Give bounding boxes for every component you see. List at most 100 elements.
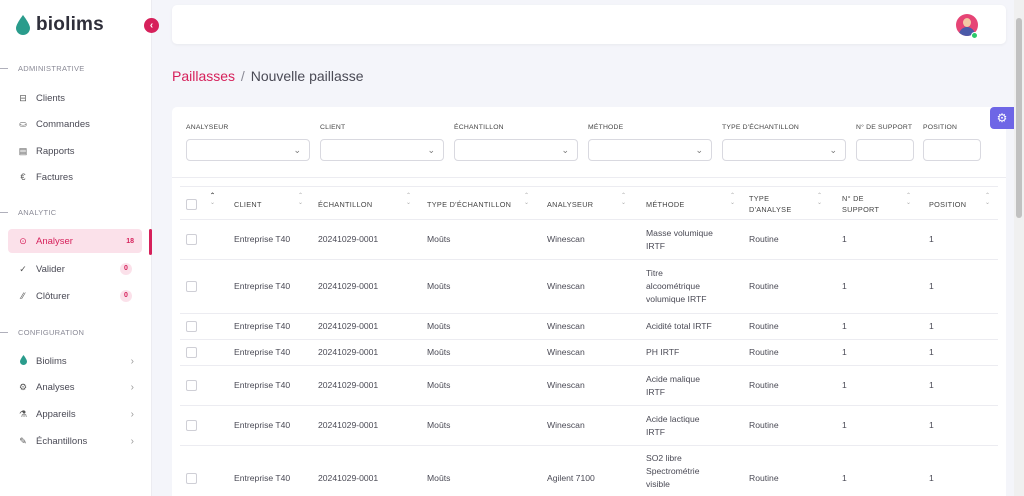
type-echantillon-select[interactable]: ⌄ bbox=[722, 139, 846, 161]
cell-position: 1 bbox=[929, 234, 934, 244]
row-checkbox[interactable] bbox=[186, 420, 197, 431]
sidebar-item-factures[interactable]: € Factures bbox=[8, 165, 142, 189]
column-header-position[interactable]: POSITION ⌃ ⌄ bbox=[929, 187, 990, 221]
sidebar-item-clients[interactable]: ⊟ Clients bbox=[8, 86, 142, 110]
cell-support: 1 bbox=[842, 347, 847, 357]
analyseur-select[interactable]: ⌄ bbox=[186, 139, 310, 161]
row-checkbox[interactable] bbox=[186, 473, 197, 484]
table-row[interactable]: Entreprise T40 20241029-0001 Moûts Wines… bbox=[180, 220, 998, 260]
settings-gear-icon[interactable]: ⚙ bbox=[990, 107, 1014, 129]
position-field[interactable] bbox=[924, 140, 980, 160]
chevron-down-icon: ⌄ bbox=[829, 145, 837, 155]
sidebar-item-analyses[interactable]: ⚙ Analyses › bbox=[8, 375, 142, 399]
client-select[interactable]: ⌄ bbox=[320, 139, 444, 161]
top-bar bbox=[172, 5, 1006, 44]
close-lines-icon: ⁄⁄ bbox=[21, 291, 25, 301]
sidebar-item-label: Biolims bbox=[36, 355, 67, 367]
table-row[interactable]: Entreprise T40 20241029-0001 Moûts Wines… bbox=[180, 406, 998, 446]
column-header-type-analyse[interactable]: TYPE D'ANALYSE ⌃ ⌄ bbox=[749, 187, 825, 221]
scrollbar-thumb[interactable] bbox=[1016, 18, 1022, 218]
collapse-sidebar-button[interactable]: ‹ bbox=[144, 18, 159, 33]
filter-position: POSITION bbox=[923, 124, 981, 161]
methode-select[interactable]: ⌄ bbox=[588, 139, 712, 161]
sidebar-item-label: Rapports bbox=[36, 145, 75, 157]
sidebar-item-valider[interactable]: ✓ Valider 0 bbox=[8, 257, 142, 281]
table-row[interactable]: Entreprise T40 20241029-0001 Moûts Wines… bbox=[180, 366, 998, 406]
breadcrumb: Paillasses / Nouvelle paillasse bbox=[172, 68, 364, 84]
cell-echantillon: 20241029-0001 bbox=[318, 321, 379, 331]
chevron-right-icon: › bbox=[130, 355, 134, 367]
cell-analyseur: Winescan bbox=[547, 347, 585, 357]
select-all-checkbox[interactable] bbox=[186, 198, 197, 210]
cell-methode: Acide malique IRTF bbox=[646, 373, 700, 397]
column-header-echantillon[interactable]: ÉCHANTILLON ⌃ ⌄ bbox=[318, 187, 418, 221]
column-header-support[interactable]: N° DE SUPPORT ⌃ ⌄ bbox=[842, 187, 911, 221]
sidebar-item-appareils[interactable]: ⚗ Appareils › bbox=[8, 402, 142, 426]
cell-type-echantillon: Moûts bbox=[427, 380, 451, 390]
row-checkbox[interactable] bbox=[186, 347, 197, 358]
cell-support: 1 bbox=[842, 420, 847, 430]
cell-methode: Masse volumique IRTF bbox=[646, 227, 713, 251]
cell-analyseur: Winescan bbox=[547, 321, 585, 331]
column-header-methode[interactable]: MÉTHODE ⌃ ⌄ bbox=[646, 187, 746, 221]
cell-echantillon: 20241029-0001 bbox=[318, 234, 379, 244]
section-title-configuration: CONFIGURATION bbox=[0, 328, 84, 337]
cell-type-echantillon: Moûts bbox=[427, 473, 451, 483]
sidebar-item-label: Analyses bbox=[36, 381, 75, 393]
page-scrollbar[interactable] bbox=[1014, 0, 1024, 496]
table-row[interactable]: Entreprise T40 20241029-0001 Moûts Wines… bbox=[180, 314, 998, 340]
sort-toggle[interactable]: ⌃ ⌄ bbox=[210, 187, 220, 221]
filter-label: ANALYSEUR bbox=[186, 124, 229, 131]
sort-icon: ⌃ ⌄ bbox=[621, 193, 627, 206]
row-checkbox[interactable] bbox=[186, 281, 197, 292]
sidebar-item-rapports[interactable]: ▤ Rapports bbox=[8, 139, 142, 163]
sidebar-item-label: Échantillons bbox=[36, 435, 88, 447]
chevron-down-icon: ⌄ bbox=[427, 145, 435, 155]
cell-position: 1 bbox=[929, 347, 934, 357]
sort-icon: ⌃ ⌄ bbox=[524, 193, 530, 206]
table-row[interactable]: Entreprise T40 20241029-0001 Moûts Wines… bbox=[180, 260, 998, 314]
sidebar-item-label: Valider bbox=[36, 263, 65, 275]
sort-icon: ⌃ ⌄ bbox=[730, 193, 736, 206]
cell-type-echantillon: Moûts bbox=[427, 281, 451, 291]
cell-support: 1 bbox=[842, 281, 847, 291]
cell-type-echantillon: Moûts bbox=[427, 234, 451, 244]
cell-echantillon: 20241029-0001 bbox=[318, 420, 379, 430]
sidebar-item-cloturer[interactable]: ⁄⁄ Clôturer 0 bbox=[8, 284, 142, 308]
cell-client: Entreprise T40 bbox=[234, 347, 291, 357]
sidebar-item-echantillons[interactable]: ✎ Échantillons › bbox=[8, 429, 142, 453]
column-header-analyseur[interactable]: ANALYSEUR ⌃ ⌄ bbox=[547, 187, 641, 221]
cell-type-echantillon: Moûts bbox=[427, 420, 451, 430]
table-row[interactable]: Entreprise T40 20241029-0001 Moûts Wines… bbox=[180, 340, 998, 366]
check-icon: ✓ bbox=[19, 263, 27, 274]
logo[interactable]: biolims bbox=[16, 14, 104, 36]
sidebar-item-label: Factures bbox=[36, 171, 73, 183]
sidebar-item-biolims[interactable]: Biolims › bbox=[8, 349, 142, 373]
breadcrumb-root-link[interactable]: Paillasses bbox=[172, 68, 235, 84]
cell-support: 1 bbox=[842, 234, 847, 244]
column-header-type-echantillon[interactable]: TYPE D'ÉCHANTILLON ⌃ ⌄ bbox=[427, 187, 545, 221]
cell-type-analyse: Routine bbox=[749, 473, 779, 483]
pipette-icon: ✎ bbox=[19, 435, 27, 446]
sidebar-item-analyser[interactable]: ⊙ Analyser 18 bbox=[8, 229, 142, 253]
row-checkbox[interactable] bbox=[186, 380, 197, 391]
table-header: ⌃ ⌄ CLIENT ⌃ ⌄ ÉCHANTILLON ⌃ ⌄ TYPE D'ÉCHAN… bbox=[180, 186, 998, 220]
page-title: Nouvelle paillasse bbox=[250, 68, 364, 84]
column-header-client[interactable]: CLIENT ⌃ ⌄ bbox=[234, 187, 314, 221]
support-input[interactable] bbox=[856, 139, 914, 161]
row-checkbox[interactable] bbox=[186, 321, 197, 332]
sidebar-item-commandes[interactable]: ⛀ Commandes bbox=[8, 112, 142, 136]
support-field[interactable] bbox=[857, 140, 913, 160]
position-input[interactable] bbox=[923, 139, 981, 161]
sidebar-item-label: Clients bbox=[36, 92, 66, 104]
filter-type-echantillon: TYPE D'ÉCHANTILLON ⌄ bbox=[722, 124, 846, 161]
cell-type-analyse: Routine bbox=[749, 321, 779, 331]
table-row[interactable]: Entreprise T40 20241029-0001 Moûts Agile… bbox=[180, 446, 998, 496]
cell-methode: PH IRTF bbox=[646, 347, 680, 357]
drop-icon bbox=[16, 15, 30, 35]
brand-name: biolims bbox=[36, 14, 104, 35]
row-checkbox[interactable] bbox=[186, 234, 197, 245]
cart-icon: ⛀ bbox=[19, 118, 27, 129]
echantillon-select[interactable]: ⌄ bbox=[454, 139, 578, 161]
filter-echantillon: ÉCHANTILLON ⌄ bbox=[454, 124, 578, 161]
